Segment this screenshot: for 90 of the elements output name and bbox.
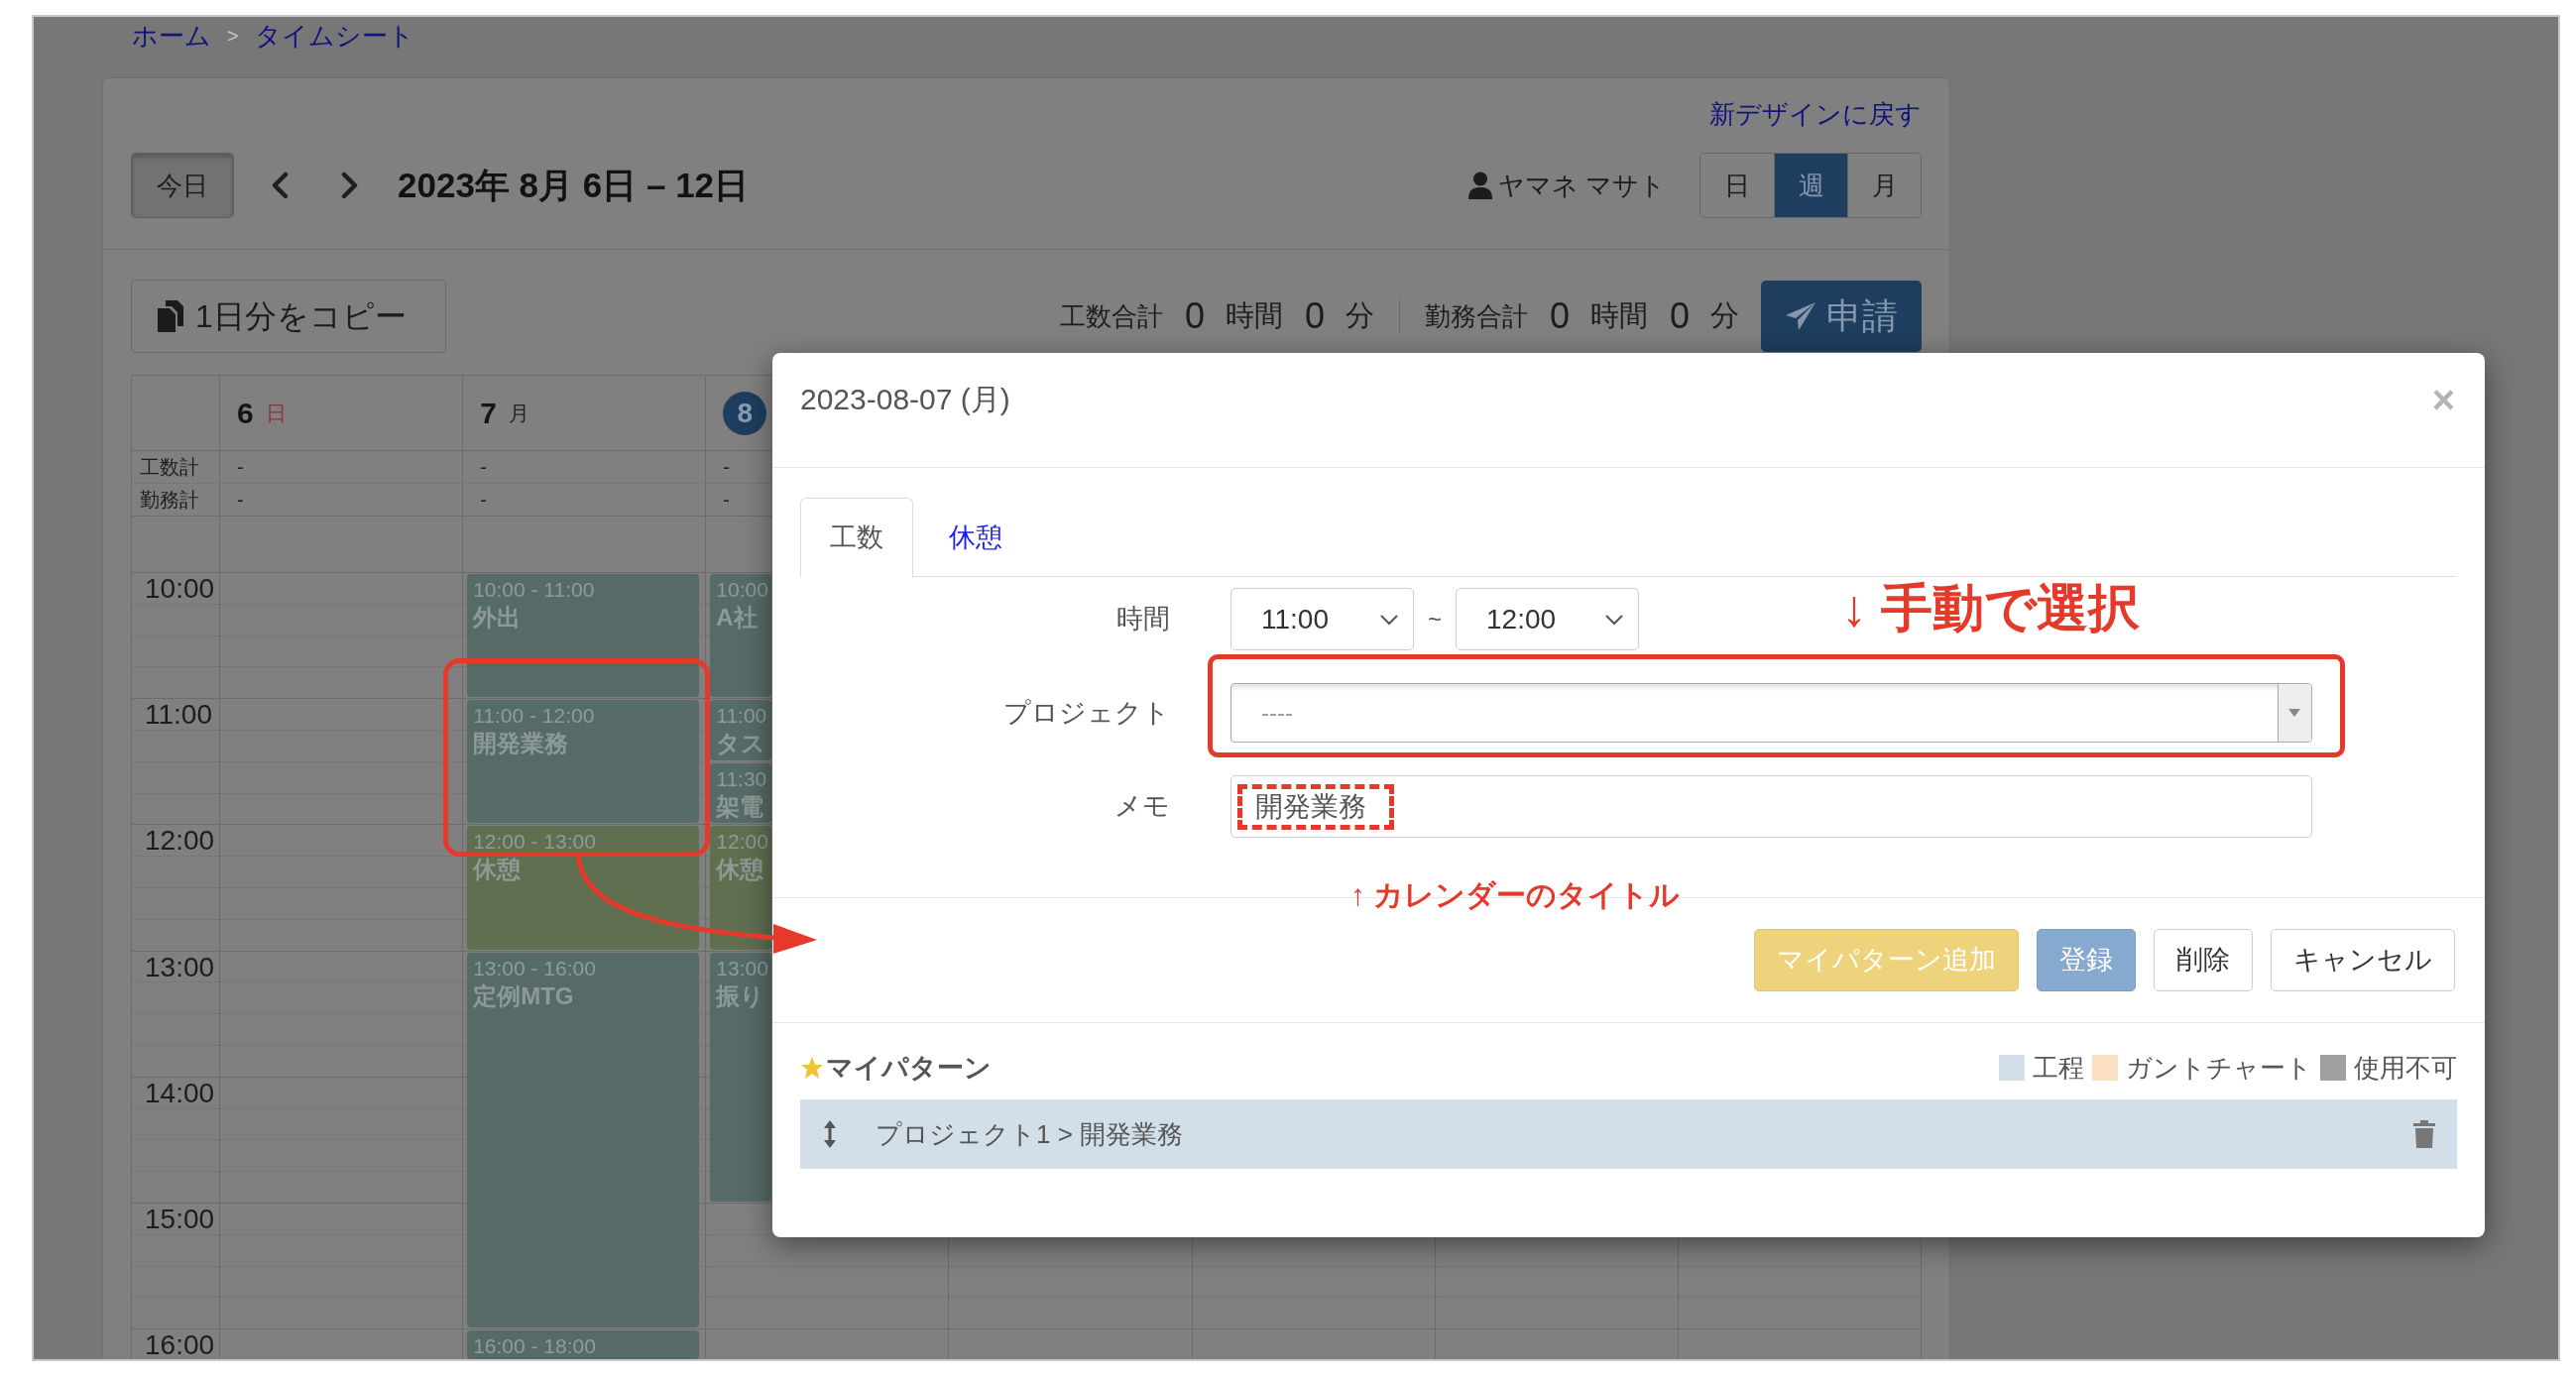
hour-label: 15:00	[145, 1205, 215, 1233]
event-time: 10:00 - 11:00	[473, 577, 596, 603]
hour-label: 14:00	[145, 1079, 215, 1107]
person-icon	[1467, 172, 1492, 199]
view-toggle-button[interactable]: 週	[1774, 154, 1847, 217]
event-time: 12:00	[716, 829, 769, 856]
day-number: 7	[480, 396, 497, 431]
annotation-note: ↓ 手動で選択	[1841, 578, 2141, 638]
breadcrumb-separator: >	[227, 24, 239, 49]
new-design-link[interactable]: 新デザインに戻す	[1709, 94, 1922, 134]
user-name: ヤマネ マサト	[1497, 169, 1666, 202]
minutes-unit: 分	[1345, 298, 1374, 334]
minutes-value: 0	[1669, 294, 1690, 338]
chevron-down-icon	[1604, 613, 1624, 626]
dialog-button[interactable]: 削除	[2154, 929, 2253, 991]
chevron-left-icon[interactable]	[270, 172, 290, 199]
dialog-button[interactable]: キャンセル	[2271, 929, 2455, 991]
event-block[interactable]: 12:00 - 13:00 休憩	[467, 826, 700, 950]
day-total-value: -	[480, 455, 487, 480]
day-total-value: -	[480, 488, 487, 513]
event-title: 休憩	[473, 855, 523, 885]
legend-label: 使用不可	[2354, 1051, 2457, 1085]
paper-plane-icon	[1785, 301, 1816, 331]
tab[interactable]: 休憩	[913, 498, 1038, 577]
time-select[interactable]: 11:00	[1230, 588, 1414, 650]
event-title: 休憩	[716, 855, 765, 885]
time-select[interactable]: 12:00	[1456, 588, 1639, 650]
event-block[interactable]: 12:00 休憩	[710, 826, 771, 950]
event-time: 11:00	[716, 703, 768, 730]
event-time: 13:00	[716, 955, 769, 981]
weekday-label: 月	[508, 400, 529, 426]
copy-icon	[156, 299, 185, 333]
hours-unit: 時間	[1225, 298, 1283, 334]
project-select[interactable]: ----	[1230, 683, 2312, 743]
day-total-value: -	[237, 455, 244, 480]
range-separator: ~	[1428, 604, 1442, 634]
legend-label: ガントチャート	[2126, 1051, 2312, 1085]
dialog-title: 2023-08-07 (月)	[800, 382, 1010, 417]
section-title: マイパターン	[826, 1051, 992, 1085]
chevron-down-icon	[1379, 613, 1399, 626]
field-label: プロジェクト	[1002, 696, 1170, 730]
caret-down-icon[interactable]	[2278, 684, 2311, 742]
close-button[interactable]: ×	[2431, 379, 2455, 419]
legend-label: 工程	[2033, 1051, 2084, 1085]
hours-value: 0	[1184, 294, 1205, 338]
up-down-arrow-icon[interactable]	[823, 1119, 837, 1149]
trash-icon[interactable]	[2412, 1120, 2436, 1148]
annotation-note: ↑ カレンダーのタイトル	[1350, 877, 1681, 913]
event-block[interactable]: 16:00 - 18:00	[467, 1330, 700, 1359]
day-number: 8	[723, 391, 767, 435]
hour-label: 13:00	[145, 953, 215, 981]
total-label: 工数合計	[1059, 299, 1163, 333]
day-total-value: -	[237, 488, 244, 513]
hours-value: 0	[1549, 294, 1570, 338]
minutes-unit: 分	[1710, 298, 1739, 334]
event-time: 16:00 - 18:00	[473, 1333, 597, 1359]
day-total-value: -	[723, 455, 730, 480]
date-range-title: 2023年 8月 6日 – 12日	[398, 164, 750, 206]
chevron-right-icon[interactable]	[340, 172, 360, 199]
hour-label: 16:00	[145, 1331, 215, 1359]
minutes-value: 0	[1304, 294, 1325, 338]
pattern-label: プロジェクト1 > 開発業務	[876, 1117, 1184, 1151]
pattern-row[interactable]: プロジェクト1 > 開発業務	[800, 1099, 2457, 1169]
event-time: 12:00 - 13:00	[473, 829, 597, 856]
event-time: 13:00 - 16:00	[473, 955, 597, 981]
row-label: 工数計	[140, 455, 199, 480]
field-label: メモ	[1113, 790, 1170, 824]
view-toggle-button[interactable]: 月	[1847, 154, 1921, 217]
memo-input[interactable]: 開発業務	[1230, 775, 2312, 838]
day-number: 6	[237, 396, 254, 431]
submit-button[interactable]: 申請	[1761, 281, 1922, 352]
field-label: 時間	[1115, 603, 1170, 636]
event-time: 10:00	[716, 577, 769, 603]
row-label: 勤務計	[140, 488, 199, 513]
breadcrumb-link[interactable]: タイムシート	[254, 17, 414, 56]
today-button[interactable]: 今日	[131, 153, 234, 218]
hours-unit: 時間	[1589, 298, 1648, 334]
hour-label: 10:00	[145, 575, 215, 603]
day-total-value: -	[723, 488, 730, 513]
total-label: 勤務合計	[1424, 299, 1528, 333]
copy-button[interactable]: 1日分をコピー	[131, 280, 446, 353]
weekday-label: 日	[265, 400, 287, 426]
breadcrumb-link[interactable]: ホーム	[132, 17, 211, 56]
event-time: 11:00 - 12:00	[473, 703, 596, 730]
tab[interactable]: 工数	[800, 498, 913, 578]
hour-label: 11:00	[145, 701, 212, 730]
dialog-button[interactable]: 登録	[2037, 929, 2136, 991]
hour-label: 12:00	[145, 827, 215, 856]
event-time: 11:30	[716, 765, 768, 792]
star-icon	[800, 1056, 824, 1080]
